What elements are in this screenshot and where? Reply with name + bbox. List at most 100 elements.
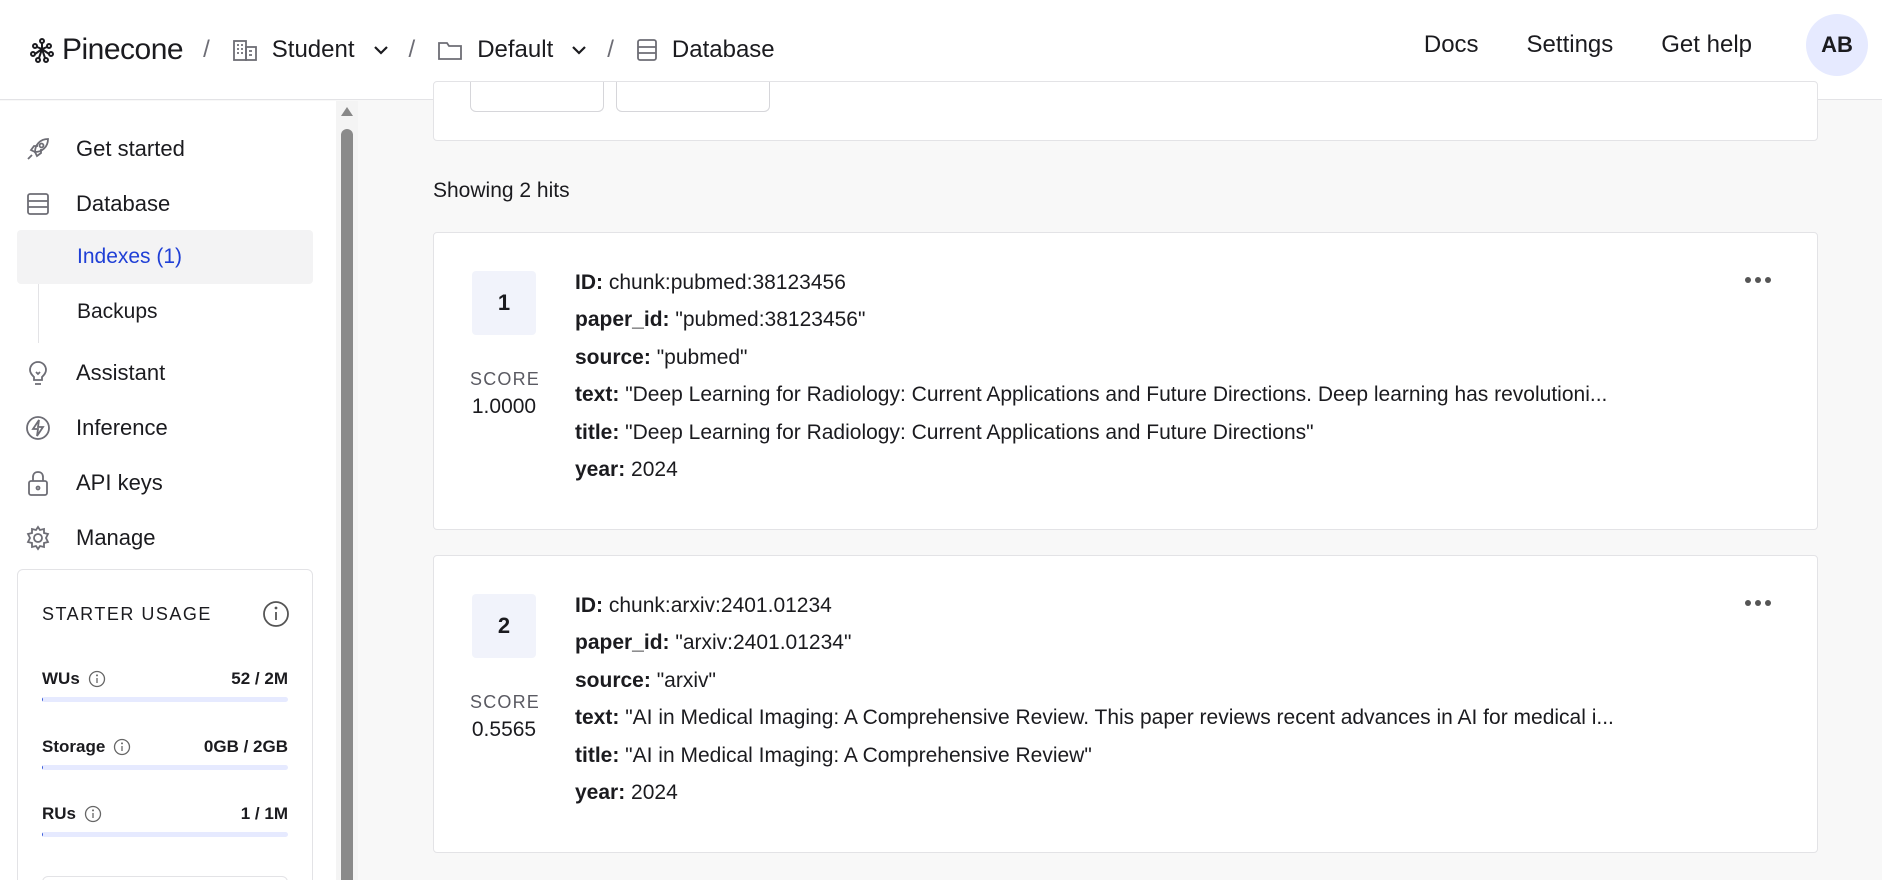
breadcrumb-project-label: Default — [477, 35, 554, 63]
result-card: 2 SCORE 0.5565 ID: chunk:arxiv:2401.0123… — [433, 555, 1818, 853]
field-value: 2024 — [631, 780, 678, 804]
field-row: source: "arxiv" — [575, 669, 1614, 706]
usage-row-rus: RUs 1 / 1M — [42, 804, 288, 844]
starter-usage-panel: STARTER USAGE WUs 52 / 2M Storage 0GB / … — [17, 569, 313, 880]
field-row: paper_id: "pubmed:38123456" — [575, 308, 1607, 345]
usage-row-wus: WUs 52 / 2M — [42, 669, 288, 709]
usage-cutoff-box[interactable] — [42, 876, 288, 880]
usage-progress-bar — [42, 832, 288, 837]
info-icon[interactable] — [113, 738, 131, 756]
building-icon — [232, 39, 257, 61]
field-row: text: "Deep Learning for Radiology: Curr… — [575, 383, 1607, 420]
rocket-icon — [24, 135, 52, 163]
breadcrumb-database-label: Database — [671, 35, 775, 63]
field-row: source: "pubmed" — [575, 346, 1607, 383]
field-value: "AI in Medical Imaging: A Comprehensive … — [625, 706, 1614, 730]
more-options-icon[interactable] — [1745, 277, 1771, 283]
score-label: SCORE — [470, 369, 541, 389]
field-value: "Deep Learning for Radiology: Current Ap… — [625, 383, 1608, 407]
breadcrumb-separator: / — [408, 35, 416, 63]
field-key: title: — [575, 743, 620, 767]
breadcrumb-separator: / — [607, 35, 614, 63]
field-value: 2024 — [631, 457, 678, 481]
sidebar-item-get-started[interactable]: Get started — [24, 135, 185, 163]
query-panel — [433, 81, 1818, 141]
result-fields: ID: chunk:pubmed:38123456 paper_id: "pub… — [575, 271, 1607, 495]
lock-icon — [24, 469, 52, 497]
sidebar-item-assistant[interactable]: Assistant — [24, 359, 165, 387]
query-button[interactable] — [616, 82, 770, 112]
docs-link[interactable]: Docs — [1424, 31, 1479, 59]
pinecone-logo[interactable]: Pinecone — [28, 32, 184, 67]
field-value: "pubmed:38123456" — [675, 308, 866, 332]
database-icon — [24, 190, 52, 218]
settings-link[interactable]: Settings — [1527, 31, 1614, 59]
info-icon[interactable] — [88, 670, 106, 688]
usage-label-wrap: Storage — [42, 737, 131, 757]
field-value: "arxiv:2401.01234" — [675, 631, 852, 655]
sidebar-item-label: Assistant — [76, 360, 166, 385]
field-key: text: — [575, 706, 620, 730]
field-key: source: — [575, 668, 651, 692]
field-value: "pubmed" — [656, 345, 748, 369]
avatar[interactable]: AB — [1806, 14, 1868, 76]
sidebar-item-indexes[interactable]: Indexes (1) — [17, 230, 313, 284]
usage-label: Storage — [42, 737, 106, 756]
query-button[interactable] — [470, 82, 604, 112]
sidebar-item-label: Inference — [76, 415, 168, 440]
score-label: SCORE — [470, 692, 541, 712]
result-card: 1 SCORE 1.0000 ID: chunk:pubmed:38123456… — [433, 232, 1818, 530]
field-row: year: 2024 — [575, 781, 1614, 818]
more-options-icon[interactable] — [1745, 600, 1771, 606]
breadcrumb-organization[interactable]: Student — [232, 36, 389, 64]
sidebar-item-inference[interactable]: Inference — [24, 414, 168, 442]
field-value: chunk:pubmed:38123456 — [608, 271, 846, 294]
usage-label: RUs — [42, 804, 77, 823]
usage-progress-bar — [42, 697, 288, 702]
field-value: "Deep Learning for Radiology: Current Ap… — [625, 420, 1314, 444]
usage-title: STARTER USAGE — [42, 604, 212, 624]
breadcrumb-project[interactable]: Default — [437, 36, 587, 64]
gear-icon — [24, 524, 52, 552]
field-key: ID: — [575, 271, 603, 294]
field-key: source: — [575, 345, 651, 369]
get-help-link[interactable]: Get help — [1661, 31, 1752, 59]
usage-label-wrap: WUs — [42, 669, 106, 689]
scroll-up-icon[interactable] — [341, 107, 353, 116]
field-key: text: — [575, 383, 620, 407]
usage-value: 0GB / 2GB — [203, 737, 288, 756]
main-content: Showing 2 hits 1 SCORE 1.0000 ID: chunk:… — [359, 81, 1882, 880]
usage-progress-fill — [42, 832, 44, 837]
sidebar-item-label: Get started — [76, 136, 185, 161]
sidebar-item-database[interactable]: Database — [24, 190, 170, 218]
scroll-thumb[interactable] — [341, 129, 353, 880]
lightning-icon — [24, 414, 52, 442]
field-value: "AI in Medical Imaging: A Comprehensive … — [625, 743, 1092, 767]
usage-row-storage: Storage 0GB / 2GB — [42, 737, 288, 777]
sidebar-item-backups[interactable]: Backups — [17, 285, 313, 339]
field-row: title: "Deep Learning for Radiology: Cur… — [575, 421, 1607, 458]
info-icon[interactable] — [262, 600, 290, 633]
field-key: paper_id: — [575, 308, 670, 332]
sidebar-item-api-keys[interactable]: API keys — [24, 469, 163, 497]
usage-value: 52 / 2M — [231, 669, 288, 688]
score-value: 0.5565 — [471, 718, 537, 741]
result-rank: 2 — [472, 594, 536, 658]
info-icon[interactable] — [84, 805, 102, 823]
breadcrumb-database[interactable]: Database — [636, 36, 775, 64]
sidebar-item-manage[interactable]: Manage — [24, 524, 156, 552]
field-key: year: — [575, 457, 626, 481]
field-row: ID: chunk:pubmed:38123456 — [575, 271, 1607, 308]
field-value: chunk:arxiv:2401.01234 — [608, 594, 832, 617]
sidebar-scrollbar[interactable] — [336, 101, 358, 880]
sidebar-item-label: Manage — [76, 525, 156, 550]
sidebar-item-label: Database — [76, 191, 171, 216]
pinecone-logo-icon — [30, 37, 54, 63]
usage-value: 1 / 1M — [240, 804, 288, 823]
usage-progress-fill — [42, 765, 44, 770]
lightbulb-icon — [24, 359, 52, 387]
logo-text: Pinecone — [62, 32, 184, 66]
usage-progress-fill — [42, 697, 44, 702]
usage-progress-bar — [42, 765, 288, 770]
field-key: title: — [575, 420, 620, 444]
